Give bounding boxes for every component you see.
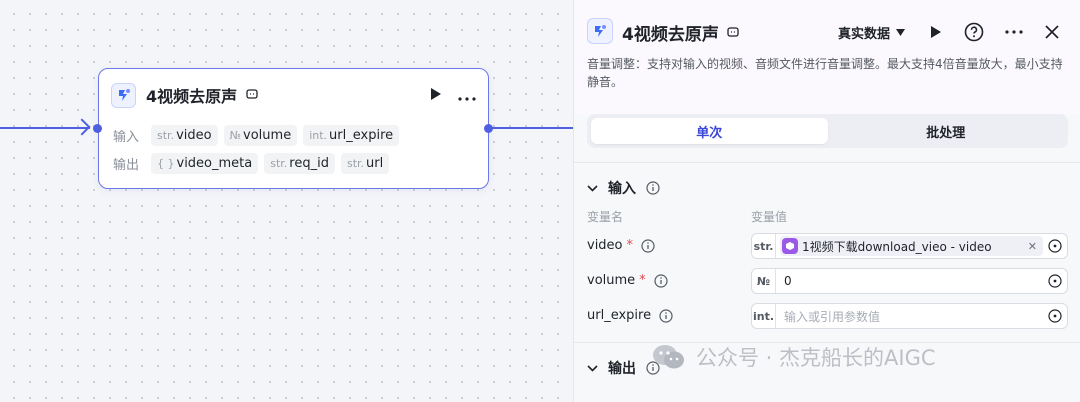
panel-header: 4视频去原声 真实数据 音量调整：支持对输入的视频、音频文件进行音量调整。最大支… xyxy=(574,0,1080,114)
store-icon xyxy=(726,24,740,43)
param-url-expire-label: url_expire xyxy=(587,308,673,323)
node-outputs-row: 输出 { } video_meta str. req_id str. url xyxy=(113,153,390,174)
plugin-icon xyxy=(587,18,613,44)
type-badge: str. xyxy=(752,234,776,258)
edge-arrow-icon xyxy=(73,118,91,136)
clear-icon[interactable]: ✕ xyxy=(1028,240,1037,253)
type-badge: int. xyxy=(752,304,776,328)
volume-value: 0 xyxy=(784,274,792,288)
input-section-header[interactable]: 输入 xyxy=(587,178,660,198)
reference-tag[interactable]: 1视频下载download_vieo - video ✕ xyxy=(780,236,1043,256)
wechat-icon xyxy=(653,345,684,369)
panel-title: 4视频去原声 xyxy=(622,25,719,45)
output-chip: { } video_meta xyxy=(151,153,259,174)
run-icon[interactable] xyxy=(430,86,442,105)
caret-down-icon xyxy=(896,29,906,36)
tab-single[interactable]: 单次 xyxy=(591,118,828,144)
data-mode-label: 真实数据 xyxy=(838,27,891,42)
divider xyxy=(574,162,1080,163)
info-icon xyxy=(646,181,660,195)
more-icon[interactable] xyxy=(458,86,476,105)
param-volume-field[interactable]: № 0 xyxy=(751,268,1068,294)
plugin-icon xyxy=(111,82,136,108)
output-chip: str. url xyxy=(340,153,390,174)
run-mode-tabs: 单次 批处理 xyxy=(587,114,1068,148)
param-video-field[interactable]: str. 1视频下载download_vieo - video ✕ xyxy=(751,233,1068,259)
tab-batch[interactable]: 批处理 xyxy=(828,118,1065,144)
chevron-down-icon xyxy=(587,184,598,192)
cube-icon xyxy=(782,238,798,254)
variable-picker-icon[interactable] xyxy=(1043,274,1067,288)
outputs-label: 输出 xyxy=(113,158,140,173)
info-icon xyxy=(659,308,673,323)
inputs-label: 输入 xyxy=(113,130,140,145)
output-chip: str. req_id xyxy=(264,153,335,174)
node-title: 4视频去原声 xyxy=(146,87,238,106)
run-icon[interactable] xyxy=(925,21,947,43)
reference-value: 1视频下载download_vieo - video xyxy=(802,239,992,254)
more-icon[interactable] xyxy=(1003,21,1025,43)
output-port[interactable] xyxy=(484,124,493,133)
type-badge: № xyxy=(752,269,776,293)
url-expire-placeholder: 输入或引用参数值 xyxy=(784,309,881,324)
info-icon xyxy=(654,273,668,288)
watermark-text: 公众号 · 杰克船长的AIGC xyxy=(696,346,936,370)
chevron-down-icon xyxy=(587,364,598,372)
col-value: 变量值 xyxy=(751,210,788,224)
node-inputs-row: 输入 str. video № volume int. url_expire xyxy=(113,125,400,146)
col-name: 变量名 xyxy=(587,210,624,224)
data-mode-dropdown[interactable]: 真实数据 xyxy=(838,23,906,42)
input-chip: int. url_expire xyxy=(303,125,400,146)
input-chip: str. video xyxy=(151,125,218,146)
outgoing-edge xyxy=(492,127,574,129)
param-video-label: video * xyxy=(587,238,655,253)
output-section-title: 输出 xyxy=(608,361,636,377)
param-url-expire-field[interactable]: int. 输入或引用参数值 xyxy=(751,303,1068,329)
close-icon[interactable] xyxy=(1041,21,1063,43)
store-icon xyxy=(245,86,259,105)
variable-picker-icon[interactable] xyxy=(1043,309,1067,323)
input-section-title: 输入 xyxy=(608,181,636,197)
info-icon xyxy=(641,238,655,253)
input-chip: № volume xyxy=(223,125,298,146)
help-icon[interactable] xyxy=(963,21,985,43)
param-volume-label: volume * xyxy=(587,273,668,288)
watermark: 公众号 · 杰克船长的AIGC xyxy=(652,342,936,372)
input-port[interactable] xyxy=(93,124,102,133)
variable-picker-icon[interactable] xyxy=(1043,239,1067,253)
panel-description: 音量调整：支持对输入的视频、音频文件进行音量调整。最大支持4倍音量放大，最小支持… xyxy=(587,57,1063,89)
workflow-node[interactable]: 4视频去原声 输入 str. video № volume int. url_expi… xyxy=(98,68,489,189)
output-section-header[interactable]: 输出 xyxy=(587,358,660,378)
